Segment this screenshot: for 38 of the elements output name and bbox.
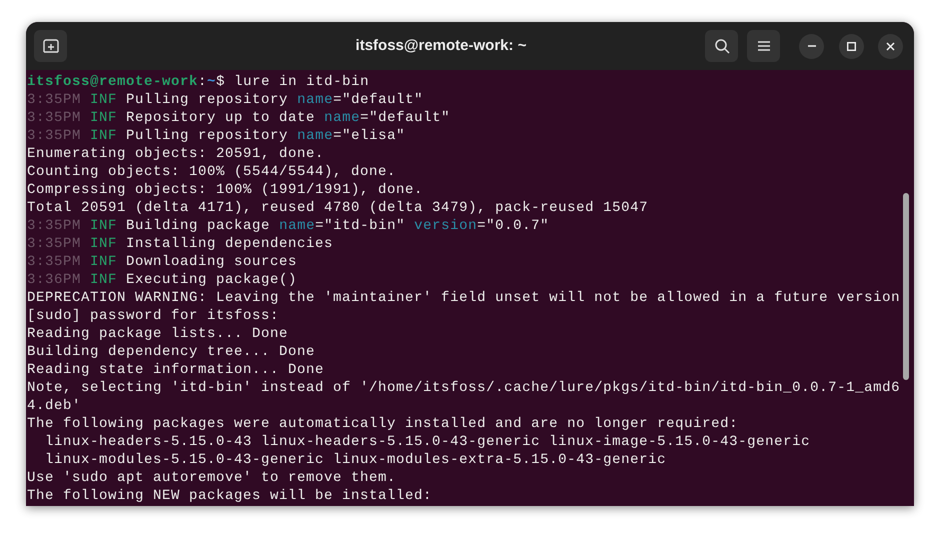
maximize-button[interactable] <box>839 34 864 58</box>
terminal-line: linux-headers-5.15.0-43 linux-headers-5.15.0-43-generic linux-image-5.15.0-43-generic <box>44 433 810 451</box>
terminal-line: Counting objects: 100% (5544/5544), done. <box>27 163 396 181</box>
search-button[interactable] <box>705 30 738 62</box>
close-button[interactable] <box>878 34 903 58</box>
scrollbar-thumb[interactable] <box>903 193 909 380</box>
terminal-line: Note, selecting 'itd-bin' instead of '/home/itsfoss/.cache/lure/pkgs/itd-bin/itd-bin_0.0.7-1_amd6 <box>27 379 900 397</box>
terminal-line: Total 20591 (delta 4171), reused 4780 (delta 3479), pack-reused 15047 <box>27 199 648 217</box>
terminal-line: Reading package lists... Done <box>27 325 288 343</box>
new-tab-button[interactable] <box>34 30 67 62</box>
terminal-line: Use 'sudo apt autoremove' to remove them. <box>27 469 396 487</box>
terminal-line: linux-modules-5.15.0-43-generic linux-modules-extra-5.15.0-43-generic <box>44 451 666 469</box>
terminal-line: 3:35PM INF Downloading sources <box>27 253 298 271</box>
menu-button[interactable] <box>747 30 780 62</box>
terminal-line: DEPRECATION WARNING: Leaving the 'maintainer' field unset will not be allowed in a future version <box>27 289 900 307</box>
terminal-line: Reading state information... Done <box>27 361 324 379</box>
terminal-line: Building dependency tree... Done <box>27 343 316 361</box>
terminal-line: 3:35PM INF Installing dependencies <box>27 235 334 253</box>
terminal-line: The following packages were automatically installed and are no longer required: <box>27 415 738 433</box>
terminal-line: 3:35PM INF Pulling repository name="elisa" <box>27 127 406 145</box>
window-title: itsfoss@remote-work: ~ <box>356 36 526 56</box>
terminal-line: itsfoss@remote-work:~$ lure in itd-bin <box>27 73 370 91</box>
terminal-line: [sudo] password for itsfoss: <box>27 307 280 325</box>
terminal-line: The following NEW packages will be installed: <box>27 487 432 505</box>
close-icon <box>886 42 895 50</box>
terminal-line: Compressing objects: 100% (1991/1991), done. <box>27 181 424 199</box>
terminal-line: 3:35PM INF Repository up to date name="default" <box>27 109 450 127</box>
minimize-button[interactable] <box>799 34 824 58</box>
new-tab-icon <box>42 39 58 53</box>
terminal-line: 3:36PM INF Executing package() <box>27 271 298 289</box>
terminal-line: 3:35PM INF Pulling repository name="default" <box>27 91 424 109</box>
search-icon <box>714 38 730 54</box>
terminal-line: 3:35PM INF Building package name="itd-bin" version="0.0.7" <box>27 217 550 235</box>
minimize-icon <box>808 45 816 47</box>
maximize-icon <box>847 42 856 50</box>
terminal-line: Enumerating objects: 20591, done. <box>27 145 324 163</box>
menu-icon <box>758 41 770 51</box>
terminal-line: 4.deb' <box>27 397 82 415</box>
